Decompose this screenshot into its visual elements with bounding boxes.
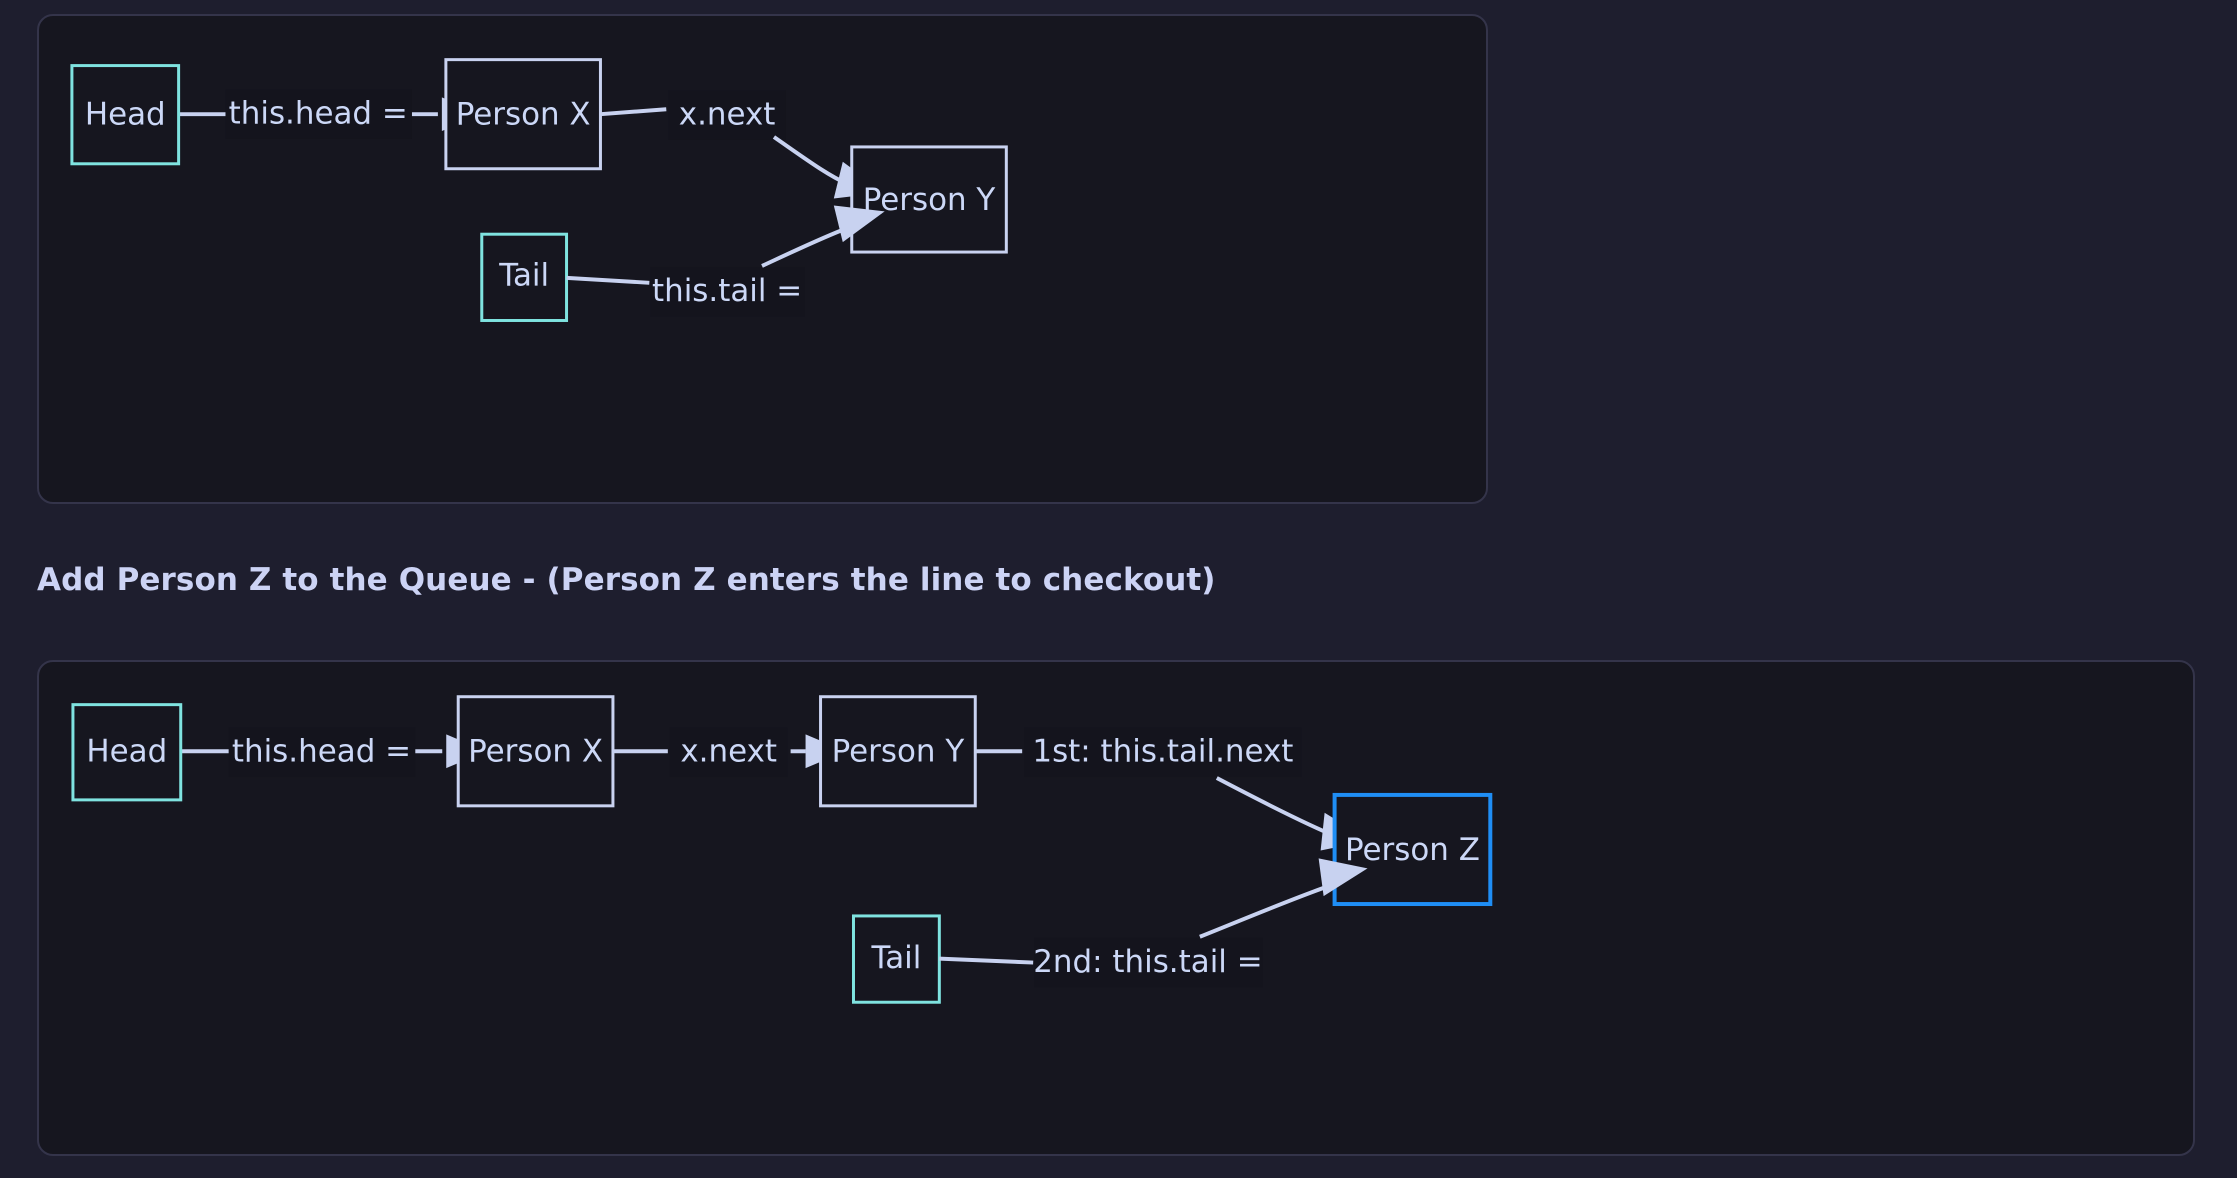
node2-person-y-label: Person Y <box>832 734 965 770</box>
edge2-label-second-this-tail: 2nd: this.tail = <box>1033 944 1262 980</box>
node2-tail-label: Tail <box>870 940 921 976</box>
edge2-tail-to-secondtail <box>939 956 1034 965</box>
node-person-x-label: Person X <box>456 97 591 133</box>
queue-after-panel: Head this.head = Person X x.next Person … <box>37 660 2195 1156</box>
node-tail-label: Tail <box>498 257 549 293</box>
edge-tail-to-thistail <box>566 275 650 285</box>
section-heading: Add Person Z to the Queue - (Person Z en… <box>37 562 1216 598</box>
node2-person-x-label: Person X <box>468 734 603 770</box>
edge-thistail-to-persony <box>761 228 843 268</box>
edge-label-x-next: x.next <box>679 97 776 133</box>
edge2-label-first-tail-next: 1st: this.tail.next <box>1032 734 1293 770</box>
edge-xnext-to-persony <box>772 135 850 187</box>
queue-before-diagram: Head this.head = Person X x.next Person … <box>70 58 1008 322</box>
diagram-page: Head this.head = Person X x.next Person … <box>0 0 2237 1178</box>
edge-label-this-head: this.head = <box>229 96 408 132</box>
queue-before-panel: Head this.head = Person X x.next Person … <box>37 14 1488 504</box>
node2-head-label: Head <box>86 734 167 770</box>
node2-person-z-label: Person Z <box>1345 832 1480 868</box>
node-head-label: Head <box>85 97 166 133</box>
edge-personx-to-xnext <box>600 107 667 117</box>
edge2-secondtail-to-personz <box>1199 884 1330 939</box>
edge2-label-this-head: this.head = <box>232 734 411 770</box>
edge2-label-x-next: x.next <box>680 734 777 770</box>
edge2-tailnext-to-personz <box>1215 776 1338 839</box>
edge-label-this-tail: this.tail = <box>652 273 802 309</box>
queue-after-diagram: Head this.head = Person X x.next Person … <box>71 695 1493 1004</box>
